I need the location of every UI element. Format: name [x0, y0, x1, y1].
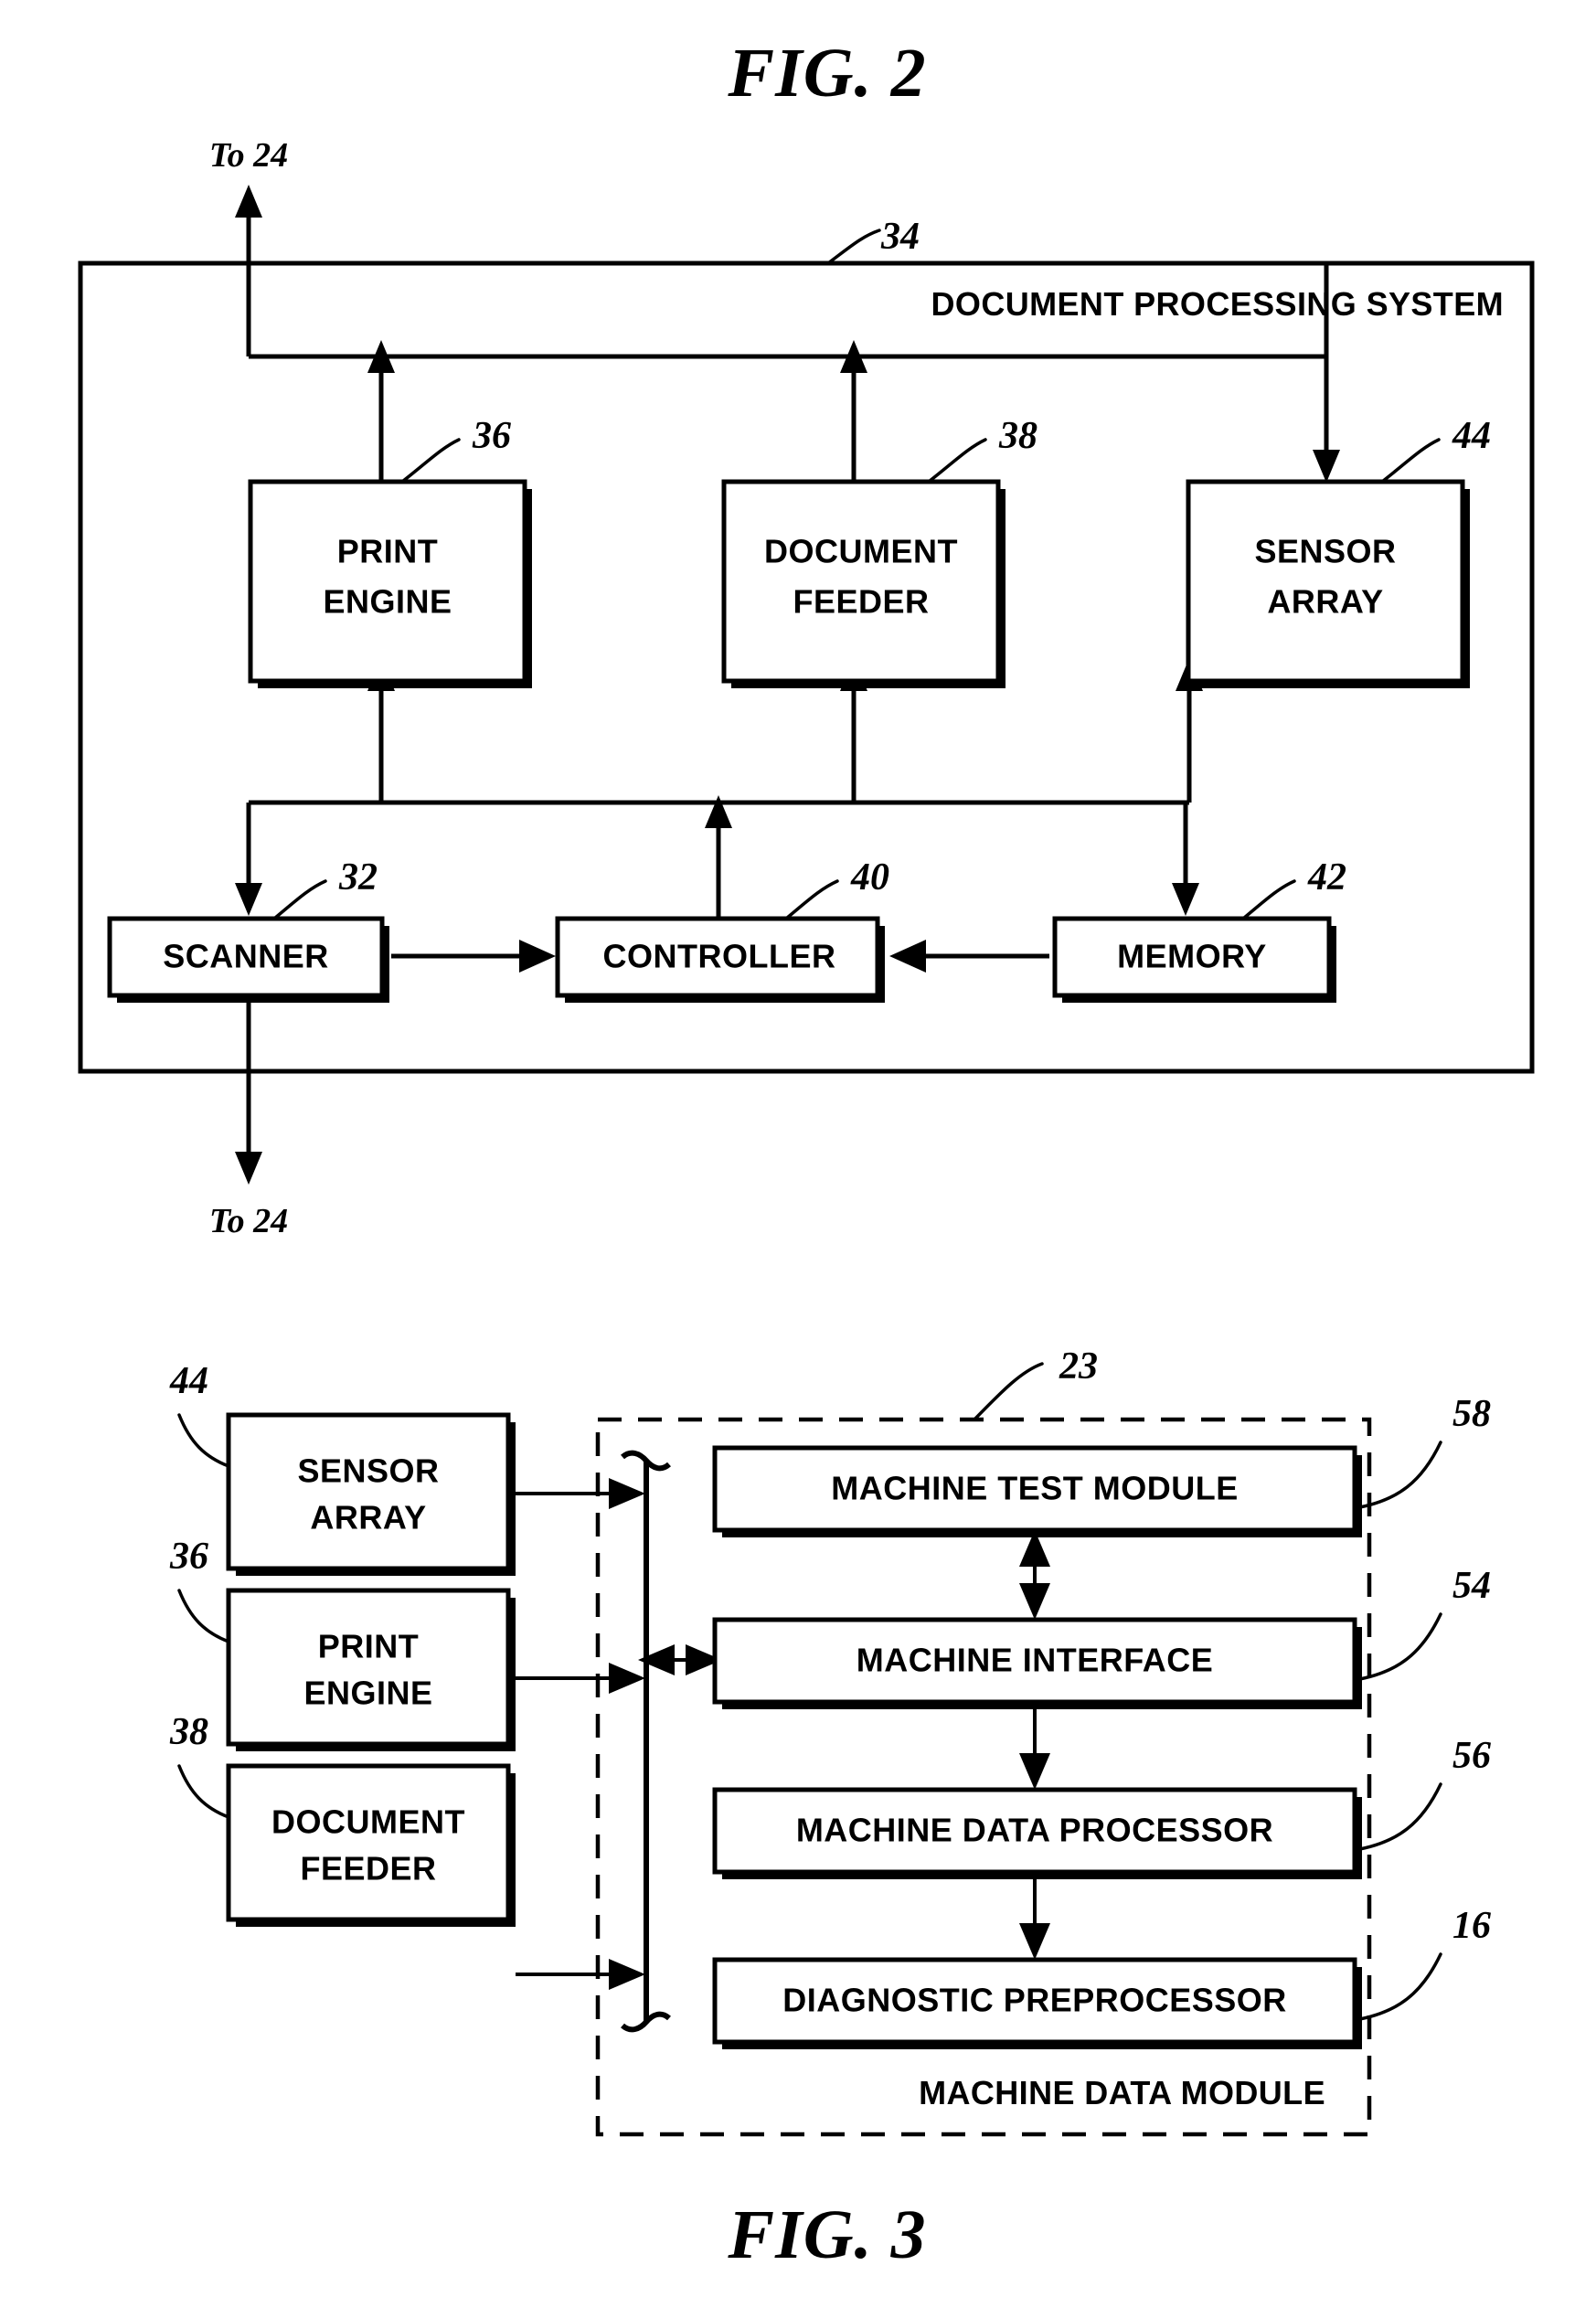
fig3-print-engine-box: [226, 1588, 511, 1747]
fig3-document-feeder-label-line1: DOCUMENT: [271, 1803, 465, 1841]
fig2-print-engine-box: [248, 479, 527, 684]
fig3-ref-44-number: 44: [169, 1360, 208, 1402]
document-processing-system-label: DOCUMENT PROCESSING SYSTEM: [931, 285, 1504, 323]
fig2-print-engine-label-line2: ENGINE: [323, 583, 452, 621]
page-background: [0, 0, 1596, 2297]
ref-36-number: 36: [472, 415, 511, 457]
fig2-controller-label: CONTROLLER: [603, 938, 836, 975]
fig3-print-engine-label-line1: PRINT: [318, 1628, 420, 1665]
to24-top-label: To 24: [209, 136, 288, 175]
fig2-document-feeder-label-line1: DOCUMENT: [764, 533, 958, 570]
ref-44-number: 44: [1452, 415, 1491, 457]
fig3-sensor-array-label-line1: SENSOR: [297, 1452, 439, 1490]
fig2-sensor-array-label-line1: SENSOR: [1254, 533, 1396, 570]
ref-38-number: 38: [998, 415, 1037, 457]
figures-canvas: FIG. 2 DOCUMENT PROCESSING SYSTEM 34 To …: [0, 0, 1596, 2297]
fig2-print-engine-label-line1: PRINT: [337, 533, 439, 570]
fig3-ref-38-number: 38: [169, 1711, 208, 1753]
ref-58-number: 58: [1452, 1393, 1491, 1435]
fig3-document-feeder-box: [226, 1763, 511, 1922]
ref-40-number: 40: [850, 856, 889, 899]
fig3-ref-36-number: 36: [169, 1536, 208, 1578]
fig3-machine-test-module-label: MACHINE TEST MODULE: [831, 1470, 1239, 1507]
fig2-memory-label: MEMORY: [1117, 938, 1267, 975]
ref-42-number: 42: [1307, 856, 1346, 899]
fig2-document-feeder-box: [721, 479, 1001, 684]
ref-23-number: 23: [1059, 1345, 1098, 1388]
fig2-sensor-array-label-line2: ARRAY: [1267, 583, 1383, 621]
ref-16-number: 16: [1452, 1905, 1491, 1947]
ref-32-number: 32: [338, 856, 378, 899]
fig3-document-feeder-label-line2: FEEDER: [300, 1850, 436, 1888]
fig3-sensor-array-box: [226, 1412, 511, 1571]
fig2-scanner-label: SCANNER: [163, 938, 329, 975]
fig3-machine-interface-label: MACHINE INTERFACE: [857, 1642, 1214, 1679]
figure-2-title: FIG. 2: [727, 35, 926, 112]
fig3-diagnostic-preprocessor-label: DIAGNOSTIC PREPROCESSOR: [782, 1982, 1287, 2019]
fig3-print-engine-label-line2: ENGINE: [303, 1675, 432, 1712]
to24-bottom-label: To 24: [209, 1202, 288, 1240]
ref-54-number: 54: [1452, 1565, 1491, 1607]
patent-drawing-sheet: FIG. 2 DOCUMENT PROCESSING SYSTEM 34 To …: [0, 0, 1596, 2297]
fig2-sensor-array-box: [1186, 479, 1465, 684]
figure-3-title: FIG. 3: [727, 2196, 926, 2273]
fig3-machine-data-processor-label: MACHINE DATA PROCESSOR: [796, 1812, 1273, 1849]
ref-56-number: 56: [1452, 1735, 1491, 1777]
fig2-document-feeder-label-line2: FEEDER: [793, 583, 929, 621]
machine-data-module-label: MACHINE DATA MODULE: [919, 2074, 1325, 2111]
ref-34-number: 34: [880, 216, 920, 258]
fig3-sensor-array-label-line2: ARRAY: [310, 1499, 426, 1537]
